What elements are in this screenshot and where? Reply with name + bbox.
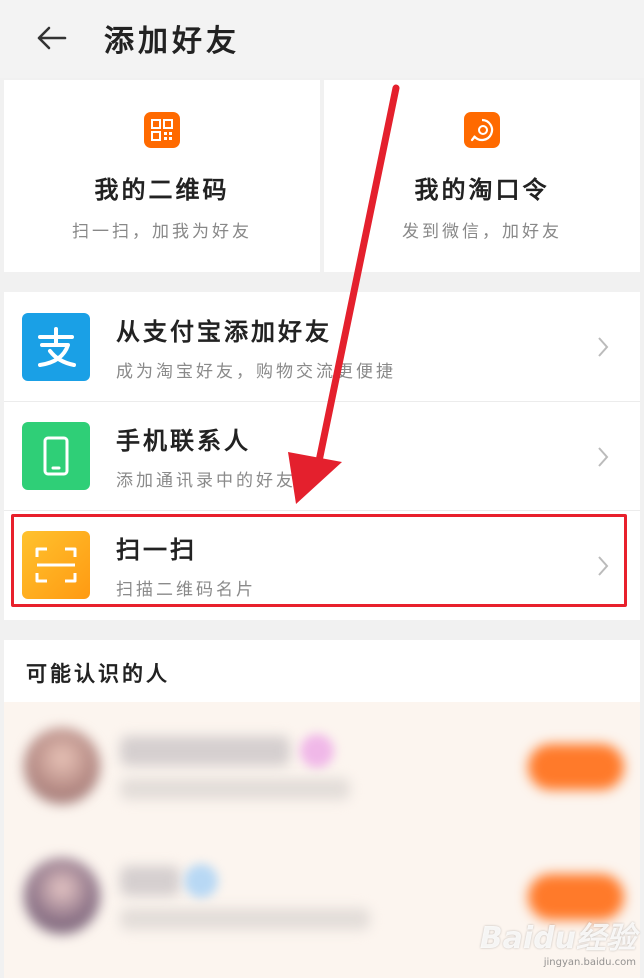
app-header: 添加好友 [0, 0, 644, 78]
chevron-right-icon [596, 336, 610, 362]
blurred-badge [300, 734, 334, 768]
qr-options: 我的二维码 扫一扫，加我为好友 我的淘口令 发到微信，加好友 [4, 80, 640, 272]
watermark-sub-text: jingyan.baidu.com [543, 957, 636, 968]
add-from-alipay-item[interactable]: 从支付宝添加好友 成为淘宝好友，购物交流更便捷 [4, 292, 640, 401]
blurred-name [120, 736, 290, 766]
phone-contacts-item[interactable]: 手机联系人 添加通讯录中的好友 [4, 401, 640, 510]
alipay-item-title: 从支付宝添加好友 [116, 317, 332, 346]
blurred-name [120, 866, 180, 896]
phone-icon [22, 422, 90, 490]
watermark-main-text: Baidu经验 [479, 921, 636, 956]
my-qr-code-subtitle: 扫一扫，加我为好友 [72, 222, 252, 242]
qr-code-icon [144, 112, 180, 148]
back-arrow-icon[interactable] [32, 20, 72, 56]
add-friend-options: 从支付宝添加好友 成为淘宝好友，购物交流更便捷 手机联系人 添加通讯录中的好友 [4, 292, 640, 620]
people-section-title: 可能认识的人 [26, 662, 170, 686]
chevron-right-icon [596, 446, 610, 472]
scan-icon [22, 531, 90, 599]
phone-contacts-subtitle: 添加通讯录中的好友 [116, 471, 296, 491]
alipay-icon [22, 312, 90, 381]
scan-item[interactable]: 扫一扫 扫描二维码名片 [4, 510, 640, 619]
my-taobao-token-subtitle: 发到微信，加好友 [402, 222, 562, 242]
phone-contacts-title: 手机联系人 [116, 427, 251, 455]
avatar [24, 858, 100, 934]
scan-subtitle: 扫描二维码名片 [116, 580, 256, 600]
blurred-description [120, 908, 370, 930]
baidu-watermark: Baidu经验 jingyan.baidu.com [480, 913, 636, 968]
my-qr-code-card[interactable]: 我的二维码 扫一扫，加我为好友 [4, 80, 320, 272]
add-friend-button[interactable] [528, 744, 624, 790]
my-taobao-token-title: 我的淘口令 [414, 176, 550, 204]
page-title: 添加好友 [104, 24, 240, 59]
person-row[interactable] [4, 716, 640, 846]
my-qr-code-title: 我的二维码 [94, 176, 230, 204]
blurred-description [120, 778, 350, 800]
taobao-token-icon [464, 112, 500, 148]
chevron-right-icon [596, 555, 610, 581]
avatar [24, 728, 100, 804]
blurred-badge [184, 864, 218, 898]
my-taobao-token-card[interactable]: 我的淘口令 发到微信，加好友 [324, 80, 640, 272]
scan-title: 扫一扫 [116, 536, 197, 564]
alipay-item-subtitle: 成为淘宝好友，购物交流更便捷 [116, 361, 396, 382]
